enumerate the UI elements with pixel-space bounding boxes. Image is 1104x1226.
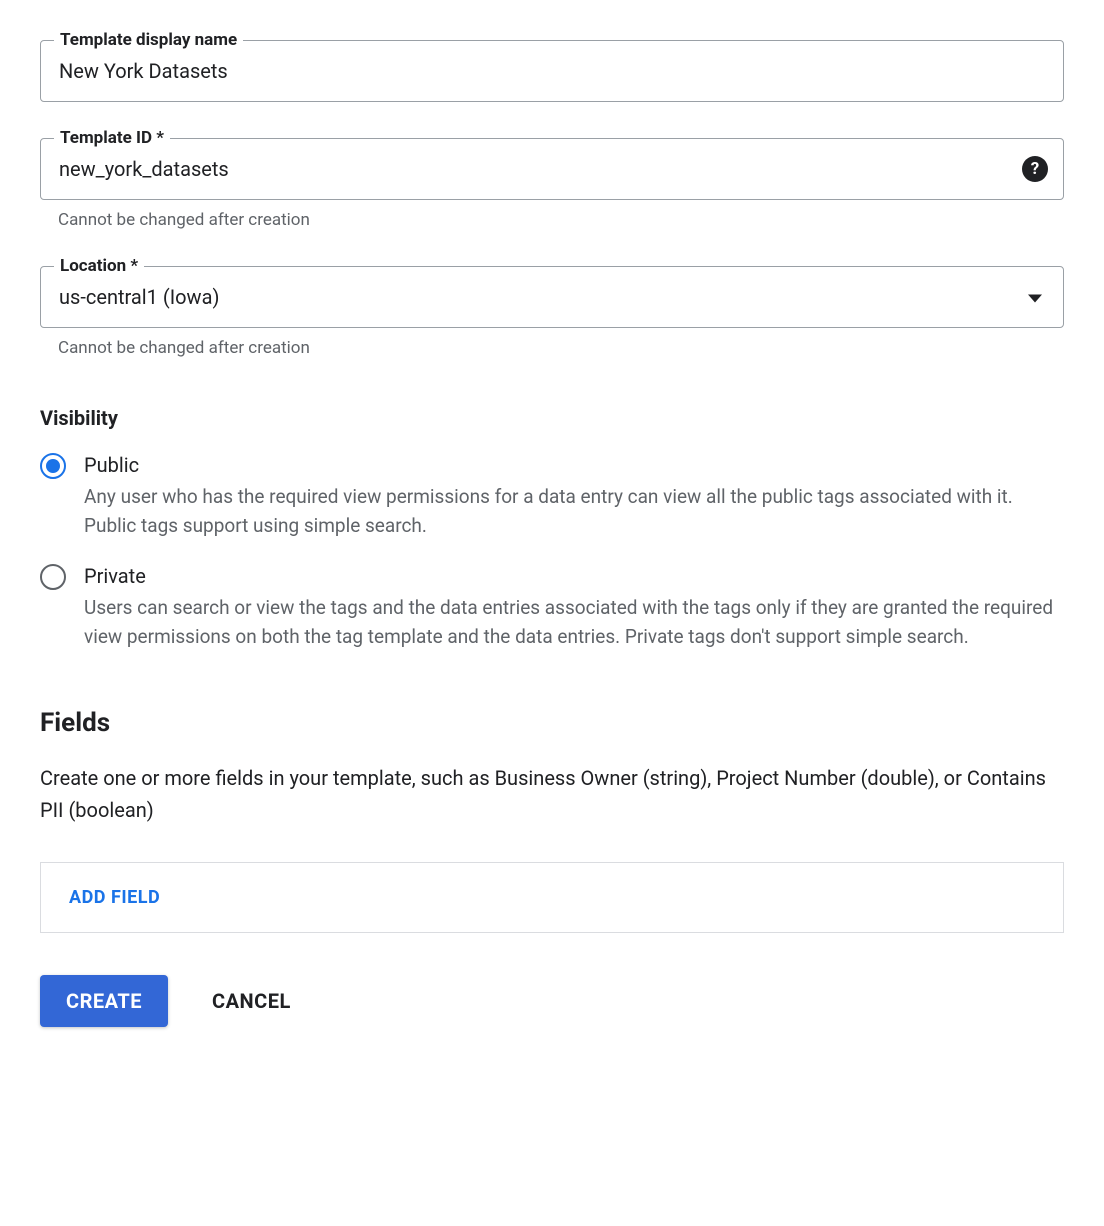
visibility-private-label: Private xyxy=(84,563,1064,589)
visibility-public-option[interactable]: Public Any user who has the required vie… xyxy=(40,452,1064,541)
template-display-name-label: Template display name xyxy=(54,30,243,50)
visibility-heading: Visibility xyxy=(40,406,1064,430)
fields-description: Create one or more fields in your templa… xyxy=(40,762,1064,826)
template-id-helper: Cannot be changed after creation xyxy=(58,210,1064,230)
location-value: us-central1 (Iowa) xyxy=(59,285,219,309)
location-field: Location * us-central1 (Iowa) xyxy=(40,266,1064,328)
template-id-field: Template ID * ? xyxy=(40,138,1064,200)
visibility-public-desc: Any user who has the required view permi… xyxy=(84,482,1064,541)
radio-private[interactable] xyxy=(40,564,66,590)
template-display-name-field: Template display name xyxy=(40,40,1064,102)
location-select[interactable]: us-central1 (Iowa) xyxy=(40,266,1064,328)
add-field-button[interactable]: ADD FIELD xyxy=(69,887,160,908)
location-helper: Cannot be changed after creation xyxy=(58,338,1064,358)
fields-heading: Fields xyxy=(40,708,1064,738)
visibility-private-option[interactable]: Private Users can search or view the tag… xyxy=(40,563,1064,652)
create-button[interactable]: CREATE xyxy=(40,975,168,1027)
visibility-private-desc: Users can search or view the tags and th… xyxy=(84,593,1064,652)
template-id-label: Template ID * xyxy=(54,128,170,148)
visibility-public-label: Public xyxy=(84,452,1064,478)
help-icon[interactable]: ? xyxy=(1022,156,1048,182)
cancel-button[interactable]: CANCEL xyxy=(212,989,291,1013)
radio-public[interactable] xyxy=(40,453,66,479)
template-id-input[interactable] xyxy=(40,138,1064,200)
action-row: CREATE CANCEL xyxy=(40,975,1064,1027)
add-field-container: ADD FIELD xyxy=(40,862,1064,933)
location-label: Location * xyxy=(54,256,144,276)
